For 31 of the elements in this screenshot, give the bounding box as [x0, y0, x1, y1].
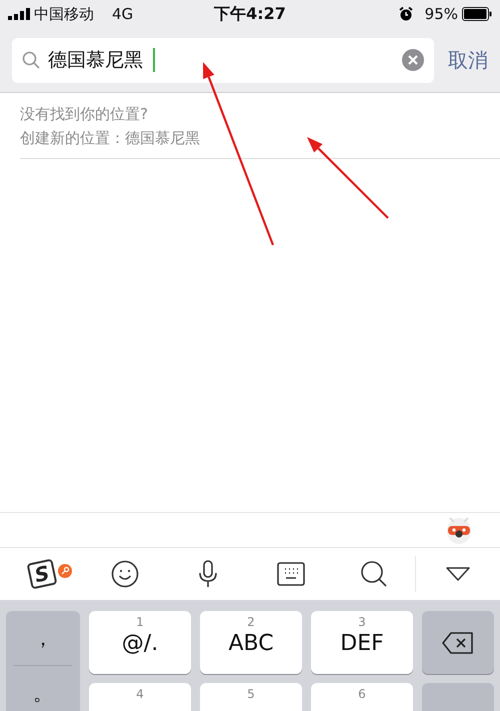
keyboard-icon[interactable]	[276, 562, 304, 586]
letter-key[interactable]: 3 DEF	[311, 611, 413, 674]
clear-icon[interactable]	[402, 49, 424, 71]
punctuation-key[interactable]: ，	[14, 611, 72, 665]
app-logo[interactable]: S	[26, 558, 57, 590]
signal-icon	[8, 8, 30, 20]
letter-key[interactable]: 4	[89, 683, 191, 711]
key-badge-icon	[58, 564, 72, 578]
not-found-message: 没有找到你的位置?	[20, 104, 149, 125]
carrier-name: 中国移动	[34, 4, 94, 24]
search-icon	[22, 51, 40, 69]
collapse-icon[interactable]	[446, 567, 470, 581]
search-field[interactable]: 德国慕尼黑	[48, 49, 151, 71]
backspace-icon	[442, 632, 474, 654]
battery-icon	[462, 7, 492, 21]
letter-key[interactable]: 5	[200, 683, 302, 711]
text-cursor	[153, 48, 155, 72]
search-icon[interactable]	[360, 560, 388, 588]
punctuation-key[interactable]: 。	[14, 666, 72, 711]
microphone-icon[interactable]	[198, 560, 218, 588]
emoji-icon[interactable]	[110, 560, 138, 588]
clock-time: 下午4:27	[214, 4, 286, 24]
backspace-key[interactable]	[422, 611, 494, 674]
alarm-icon	[398, 7, 413, 21]
letter-key[interactable]: 1 @/.	[89, 611, 191, 674]
letter-key[interactable]: 2 ABC	[200, 611, 302, 674]
battery-percent: 95%	[424, 5, 458, 23]
letter-key[interactable]: 6	[311, 683, 413, 711]
cancel-button[interactable]: 取消	[448, 42, 488, 78]
robot-icon[interactable]	[446, 515, 472, 545]
network-type: 4G	[112, 5, 134, 23]
